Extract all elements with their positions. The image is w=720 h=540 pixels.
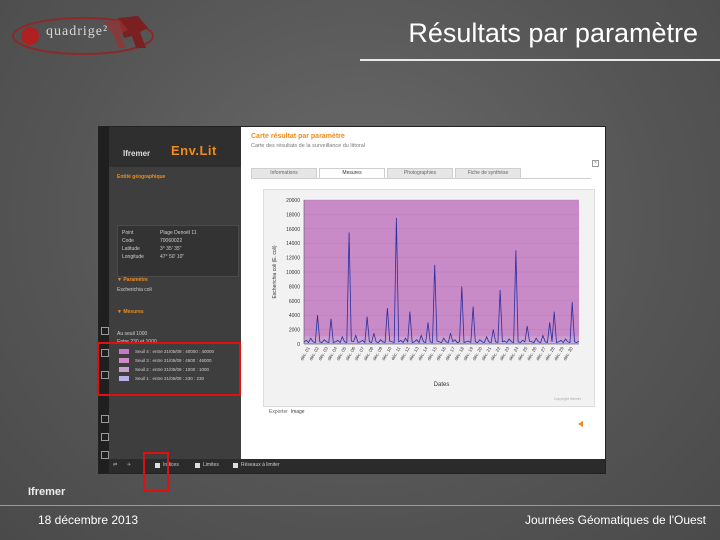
results-panel: Carte résultat par paramètre Carte des r… [241,127,605,459]
export-format-select[interactable]: Image [291,409,305,415]
y-tick-label: 18000 [286,212,300,218]
section-mesures[interactable]: ▼ Mesures [117,309,144,315]
y-tick-label: 20000 [286,198,300,204]
results-subtitle: Carte des résultats de la surveillance d… [251,143,366,149]
envlit-logo: Env.Lit [171,143,217,158]
x-tick-label: déc. 30 [562,346,574,362]
mesures-line: Au seuil 1000 [117,331,148,337]
section-geo[interactable]: Entité géographique [117,174,165,180]
bottom-toolbar: ⇄ ✈ Indices Limites Réseaux à limiter [109,459,605,473]
y-tick-label: 12000 [286,256,300,262]
scale-icon[interactable]: ⇄ [113,462,117,468]
y-tick-label: 16000 [286,227,300,233]
logo-text: quadrige² [46,24,109,39]
y-tick-label: 8000 [289,284,300,290]
collapse-arrow-icon[interactable] [578,421,583,427]
info-value: 3° 35' 35" [160,246,182,252]
tab-bar: Informations Mesures Photographies Fiche… [251,168,591,179]
app-screenshot: Ifremer Env.Lit Entité géographique Poin… [98,126,606,474]
results-chart: 0 2000 4000 6000 8000 10000 12000 14000 16000 180… [272,198,580,388]
y-tick-label: 0 [297,342,300,348]
map-tool-icon[interactable]: ✈ [127,462,131,468]
export-control: Exporter Image [269,409,305,415]
tool-highlight-box [143,452,169,492]
param-value: Escherichia coli [117,287,152,293]
panel-header: Ifremer Env.Lit [109,127,241,167]
info-value: 47° 50' 10" [160,254,185,260]
threshold-band [304,200,579,337]
slide-title: Résultats par paramètre [408,18,698,48]
info-key: Latitude [122,246,140,252]
tab-underline [251,178,591,179]
results-title: Carte résultat par paramètre [251,133,345,140]
tool-icon[interactable] [101,327,109,335]
tool-icon[interactable] [101,451,109,459]
section-param[interactable]: ▼ Paramètre [117,277,148,283]
y-tick-label: 14000 [286,241,300,247]
threshold-band [304,336,579,343]
footer-ifremer-logo: Ifremer [28,486,66,498]
checkbox-label: Limites [203,462,219,468]
y-tick-label: 4000 [289,313,300,319]
footer-event: Journées Géomatiques de l'Ouest [524,513,706,527]
checkbox[interactable] [195,463,200,468]
checkbox-label: Réseaux à limiter [241,462,280,468]
chart-frame: 0 2000 4000 6000 8000 10000 12000 14000 16000 180… [263,189,595,407]
tool-icon[interactable] [101,415,109,423]
legend-highlight-box [97,342,241,396]
checkbox[interactable] [233,463,238,468]
tool-strip [99,127,109,473]
ifremer-logo: Ifremer [123,149,151,158]
y-tick-label: 10000 [286,270,300,276]
left-panel: Ifremer Env.Lit Entité géographique Poin… [109,127,241,459]
x-axis-label: Dates [434,382,450,388]
info-key: Code [122,238,134,244]
tool-icon[interactable] [101,433,109,441]
y-tick-label: 6000 [289,299,300,305]
quadrige-logo: quadrige² [8,8,158,60]
footer-date: 18 décembre 2013 [38,513,139,527]
copyright: Copyright Ifremer [553,397,581,401]
info-value: 70060022 [160,238,183,244]
info-value: Plage Denoël 11 [160,230,197,236]
close-icon[interactable]: × [592,160,599,167]
title-underline [360,59,720,61]
y-tick-label: 2000 [289,328,300,334]
footer-rule [0,505,720,506]
info-key: Point [122,230,134,236]
info-key: Longitude [122,254,144,260]
location-info-box: Point Plage Denoël 11 Code 70060022 Lati… [117,225,239,277]
y-axis-label: Escherichia coli (E. coli) [272,245,278,298]
export-label: Exporter [269,409,288,415]
